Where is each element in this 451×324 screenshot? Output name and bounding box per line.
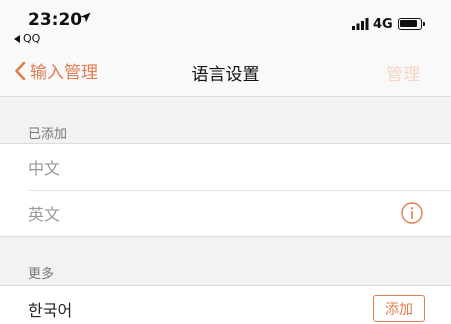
language-settings-screen: 23:20 QQ 4G 输入管理 语言设置 管理 已添加 中文 英文 更多 한국… xyxy=(0,0,451,324)
list-item: 英文 xyxy=(0,190,451,236)
back-to-app[interactable]: QQ xyxy=(14,32,40,45)
add-language-button[interactable]: 添加 xyxy=(373,295,425,322)
status-time: 23:20 xyxy=(28,10,83,30)
added-languages-list: 中文 英文 xyxy=(0,143,451,237)
language-label: 中文 xyxy=(28,159,61,178)
info-icon[interactable] xyxy=(401,202,423,224)
manage-button[interactable]: 管理 xyxy=(386,60,420,85)
more-languages-list: 한국어 添加 xyxy=(0,285,451,324)
nav-back-button[interactable]: 输入管理 xyxy=(14,58,98,83)
list-item: 한국어 添加 xyxy=(0,286,451,324)
signal-icon xyxy=(352,18,369,30)
network-type: 4G xyxy=(373,17,393,32)
section-header-more: 更多 xyxy=(28,267,55,282)
nav-back-label: 输入管理 xyxy=(30,63,98,83)
language-label: 한국어 xyxy=(28,301,73,320)
language-label: 英文 xyxy=(28,205,61,224)
section-header-added: 已添加 xyxy=(28,127,68,142)
top-bar: 23:20 QQ 4G 输入管理 语言设置 管理 xyxy=(0,0,451,97)
back-app-label: QQ xyxy=(23,32,41,45)
back-triangle-icon xyxy=(14,34,20,43)
list-item: 中文 xyxy=(0,144,451,190)
chevron-left-icon xyxy=(15,61,26,80)
location-arrow-icon xyxy=(80,12,91,23)
battery-icon xyxy=(398,18,425,30)
